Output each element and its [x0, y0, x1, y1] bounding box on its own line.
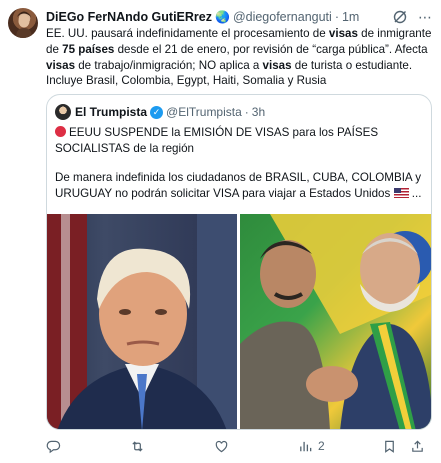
tweet-text-segment: de trabajo/inmigración; NO aplica a: [75, 58, 263, 72]
author-handle[interactable]: @diegofernanguti: [233, 10, 332, 24]
globe-emoji-icon: 🌏: [214, 10, 230, 24]
views-button[interactable]: 2: [298, 439, 382, 454]
quote-image-portrait[interactable]: [47, 214, 237, 429]
quote-author-avatar[interactable]: [55, 104, 71, 120]
heart-icon: [215, 440, 228, 452]
tweet-text-bold: visas: [328, 27, 358, 40]
tweet-text-segment: EE. UU. pausará indefinidamente el proce…: [46, 27, 329, 40]
separator-dot: ·: [334, 10, 339, 24]
quote-author-handle[interactable]: @ElTrumpista: [166, 105, 242, 119]
quoted-tweet[interactable]: El Trumpista ✓ @ElTrumpista · 3h EEUU SU…: [46, 94, 432, 430]
tweet-text-bold: visas: [262, 58, 292, 72]
bookmark-button[interactable]: [382, 439, 410, 454]
grok-slash-icon[interactable]: [392, 9, 408, 25]
quote-image-handshake[interactable]: [240, 214, 431, 429]
quote-line-1: EEUU SUSPENDE la EMISIÓN DE VISAS para l…: [55, 125, 425, 156]
author-name[interactable]: DiEGo FerNAndo GutiERrez: [46, 10, 212, 24]
verified-badge-icon: ✓: [150, 105, 164, 119]
quote-paragraph-gap: [55, 156, 425, 170]
tweet-header: DiEGo FerNAndo GutiERrez 🌏 @diegofernang…: [46, 8, 433, 26]
repost-arrows-icon: [132, 440, 143, 452]
tweet-actions: 2: [46, 436, 434, 456]
quote-ellipsis: ...: [411, 186, 422, 200]
author-avatar[interactable]: [8, 8, 38, 38]
tweet[interactable]: DiEGo FerNAndo GutiERrez 🌏 @diegofernang…: [0, 0, 441, 463]
more-dots-icon[interactable]: ⋯: [418, 9, 433, 26]
tweet-text-bold: visas: [46, 58, 76, 72]
quote-separator-dot: ·: [244, 105, 249, 119]
quote-text: EEUU SUSPENDE la EMISIÓN DE VISAS para l…: [55, 125, 425, 201]
reply-bubble-icon: [46, 440, 61, 453]
like-button[interactable]: [214, 439, 298, 454]
quote-author-name[interactable]: El Trumpista: [75, 105, 147, 119]
bar-chart-icon: [300, 441, 312, 451]
quote-header: El Trumpista ✓ @ElTrumpista · 3h: [55, 103, 423, 121]
tweet-text-segment: desde el 21 de enero, por revisión de “c…: [114, 42, 428, 56]
share-button[interactable]: [410, 439, 430, 454]
tweet-text-bold: 75 países: [62, 42, 115, 56]
reply-button[interactable]: [46, 439, 130, 454]
red-circle-icon: [55, 126, 66, 137]
repost-button[interactable]: [130, 439, 214, 454]
share-icon: [412, 439, 423, 452]
tweet-text: EE. UU. pausará indefinidamente el proce…: [46, 26, 434, 89]
views-count: 2: [318, 439, 325, 453]
quote-time[interactable]: 3h: [252, 105, 265, 119]
bookmark-icon: [385, 440, 394, 453]
quote-line-2: De manera indefinida los ciudadanos de B…: [55, 170, 425, 201]
us-flag-icon: [393, 187, 409, 198]
tweet-time[interactable]: 1m: [342, 10, 359, 24]
quote-line-1-text: EEUU SUSPENDE la EMISIÓN DE VISAS para l…: [55, 126, 379, 155]
quote-line-2-text: De manera indefinida los ciudadanos de B…: [55, 171, 422, 200]
